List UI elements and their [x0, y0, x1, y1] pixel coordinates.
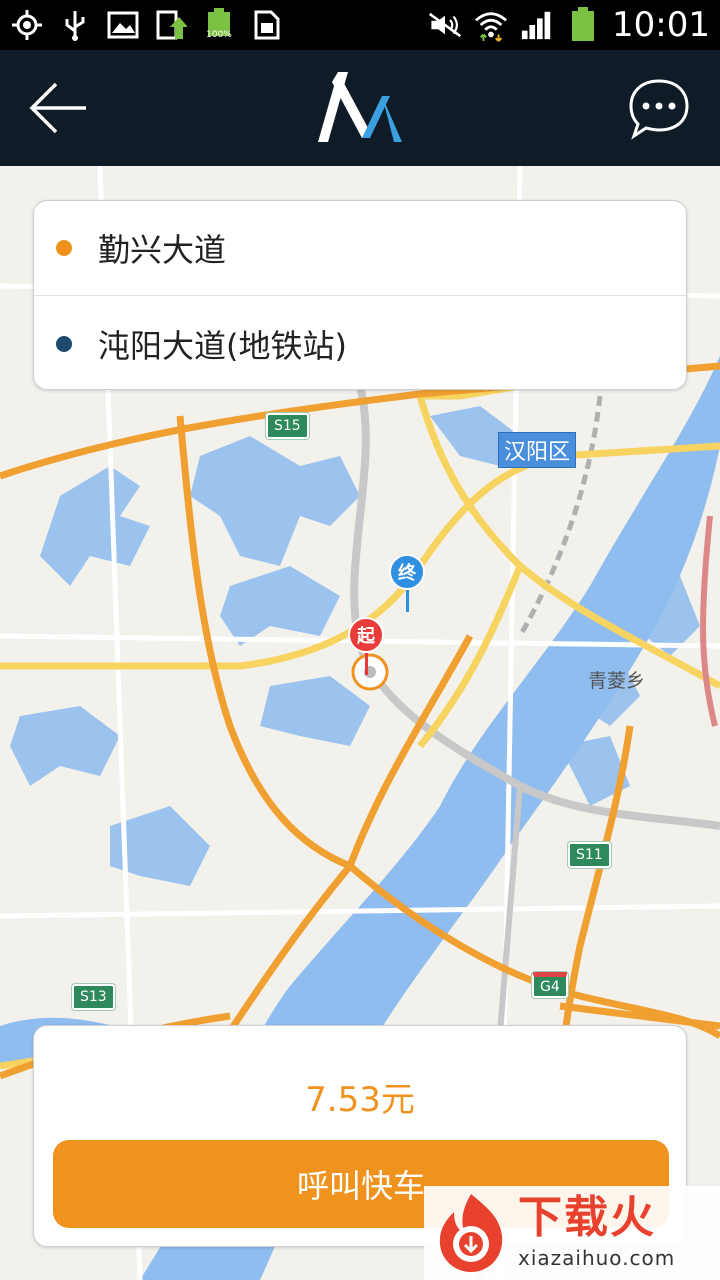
chat-bubble-icon [629, 79, 689, 140]
watermark-en: xiazaihuo.com [518, 1246, 676, 1270]
end-pin-label: 终 [389, 554, 425, 590]
start-pin[interactable]: 起 [348, 617, 386, 675]
road-sign-s11: S11 [568, 842, 611, 868]
mute-icon [428, 8, 462, 42]
app-bar [0, 50, 720, 166]
signal-icon [520, 8, 554, 42]
status-bar: 100% 10:01 [0, 0, 720, 50]
update-icon [154, 8, 188, 42]
flame-logo-icon [439, 1194, 503, 1272]
status-time: 10:01 [612, 5, 710, 45]
destination-text: 沌阳大道(地铁站) [98, 326, 347, 365]
fare-price: 7.53元 [305, 1080, 415, 1120]
watermark-cn: 下载火 [518, 1192, 656, 1243]
end-pin-stem [406, 590, 409, 612]
address-card: 勤兴大道 沌阳大道(地铁站) [33, 200, 687, 390]
place-label: 青菱乡 [588, 670, 646, 692]
gps-icon [10, 8, 44, 42]
image-icon [106, 8, 140, 42]
battery-percent: 100% [206, 30, 232, 40]
road-sign-s13: S13 [72, 984, 115, 1010]
arrow-left-icon [29, 82, 86, 134]
end-pin[interactable]: 终 [389, 554, 427, 612]
watermark: 下载火 xiazaihuo.com [424, 1186, 720, 1280]
origin-dot-icon [56, 240, 72, 256]
origin-text: 勤兴大道 [98, 231, 227, 269]
battery-full-icon: 100% [202, 8, 236, 42]
road-sign-s15: S15 [266, 413, 309, 439]
battery-icon [566, 7, 600, 42]
message-button[interactable] [626, 76, 692, 142]
app-logo [310, 68, 410, 148]
start-pin-label: 起 [348, 617, 384, 653]
road-sign-g4: G4 [532, 972, 568, 998]
origin-field[interactable]: 勤兴大道 [34, 201, 686, 296]
destination-field[interactable]: 沌阳大道(地铁站) [34, 296, 686, 391]
wifi-icon [474, 8, 508, 42]
district-label: 汉阳区 [498, 432, 577, 468]
start-pin-stem [365, 653, 368, 675]
sim-icon [250, 8, 284, 42]
destination-dot-icon [56, 335, 72, 352]
usb-icon [58, 8, 92, 42]
back-button[interactable] [24, 78, 94, 138]
app-logo-icon [318, 72, 402, 142]
